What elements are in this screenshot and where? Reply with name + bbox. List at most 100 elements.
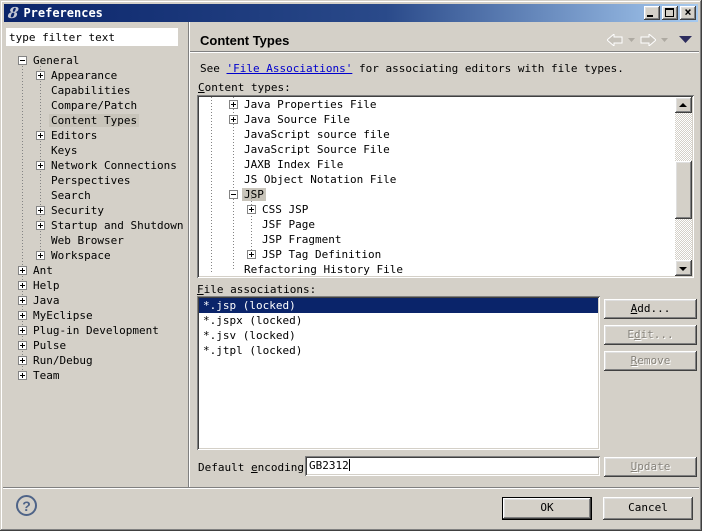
tree-item-css-jsp[interactable]: CSS JSP xyxy=(199,202,675,217)
tree-item-web-browser[interactable]: Web Browser xyxy=(4,233,186,248)
tree-item-label: JavaScript Source File xyxy=(244,143,390,156)
tree-item-label: Appearance xyxy=(51,69,118,82)
edit-button[interactable]: Edit... xyxy=(604,325,697,345)
expand-icon[interactable] xyxy=(229,115,238,124)
scroll-up-icon xyxy=(679,103,687,107)
expand-icon[interactable] xyxy=(247,250,256,259)
cancel-button[interactable]: Cancel xyxy=(603,497,693,520)
expand-icon[interactable] xyxy=(18,281,27,290)
back-arrow-icon[interactable] xyxy=(607,34,623,46)
tree-item-plug-in-development[interactable]: Plug-in Development xyxy=(4,323,186,338)
expand-icon[interactable] xyxy=(36,206,45,215)
tree-item-java-properties-file[interactable]: Java Properties File xyxy=(199,97,675,112)
tree-item-capabilities[interactable]: Capabilities xyxy=(4,83,186,98)
default-encoding-input[interactable]: GB2312 xyxy=(305,456,600,476)
tree-item-editors[interactable]: Editors xyxy=(4,128,186,143)
tree-item-perspectives[interactable]: Perspectives xyxy=(4,173,186,188)
tree-item-label: Java xyxy=(33,294,60,307)
collapse-icon[interactable] xyxy=(229,190,238,199)
view-menu-icon[interactable] xyxy=(679,36,692,44)
expand-icon[interactable] xyxy=(18,371,27,380)
collapse-icon[interactable] xyxy=(18,56,27,65)
tree-item-jsf-page[interactable]: JSF Page xyxy=(199,217,675,232)
default-encoding-label: Default encoding: xyxy=(198,461,311,474)
ok-button[interactable]: OK xyxy=(502,497,592,520)
minimize-button[interactable] xyxy=(644,6,660,20)
tree-item-jsp-tag-definition[interactable]: JSP Tag Definition xyxy=(199,247,675,262)
association-item-jspx-locked[interactable]: *.jspx (locked) xyxy=(199,313,598,328)
close-button[interactable]: × xyxy=(680,5,696,20)
app-icon: 8 xyxy=(6,3,20,22)
tree-item-javascript-source-file[interactable]: JavaScript source file xyxy=(199,127,675,142)
expand-icon[interactable] xyxy=(247,205,256,214)
file-associations-link[interactable]: 'File Associations' xyxy=(227,62,353,75)
association-item-jtpl-locked[interactable]: *.jtpl (locked) xyxy=(199,343,598,358)
expand-icon[interactable] xyxy=(18,356,27,365)
tree-guide-line xyxy=(251,195,252,254)
maximize-button[interactable] xyxy=(662,6,678,20)
tree-item-label: Java Source File xyxy=(244,113,350,126)
scroll-up-button[interactable] xyxy=(675,97,692,113)
tree-item-label: Java Properties File xyxy=(244,98,377,111)
tree-item-content-types[interactable]: Content Types xyxy=(4,113,186,128)
tree-item-search[interactable]: Search xyxy=(4,188,186,203)
expand-icon[interactable] xyxy=(18,341,27,350)
tree-item-jsp[interactable]: JSP xyxy=(199,187,675,202)
expand-icon[interactable] xyxy=(18,266,27,275)
remove-button[interactable]: Remove xyxy=(604,351,697,371)
preference-nav xyxy=(607,34,692,46)
file-associations-hint: See 'File Associations' for associating … xyxy=(200,62,624,75)
back-history-caret-icon[interactable] xyxy=(628,37,635,43)
add-button[interactable]: Add... xyxy=(604,299,697,319)
tree-item-jaxb-index-file[interactable]: JAXB Index File xyxy=(199,157,675,172)
tree-item-label: JSP Fragment xyxy=(262,233,342,246)
tree-item-workspace[interactable]: Workspace xyxy=(4,248,186,263)
tree-item-javascript-source-file[interactable]: JavaScript Source File xyxy=(199,142,675,157)
expand-icon[interactable] xyxy=(36,251,45,260)
tree-item-ant[interactable]: Ant xyxy=(4,263,186,278)
help-button[interactable]: ? xyxy=(16,495,37,516)
expand-icon[interactable] xyxy=(36,71,45,80)
tree-item-general[interactable]: General xyxy=(4,53,186,68)
expand-icon[interactable] xyxy=(36,221,45,230)
scroll-down-button[interactable] xyxy=(675,260,692,276)
scrollbar-track[interactable] xyxy=(675,113,692,260)
expand-icon[interactable] xyxy=(36,161,45,170)
tree-item-java-source-file[interactable]: Java Source File xyxy=(199,112,675,127)
tree-item-help[interactable]: Help xyxy=(4,278,186,293)
tree-item-pulse[interactable]: Pulse xyxy=(4,338,186,353)
expand-icon[interactable] xyxy=(36,131,45,140)
tree-item-keys[interactable]: Keys xyxy=(4,143,186,158)
tree-item-jsp-fragment[interactable]: JSP Fragment xyxy=(199,232,675,247)
tree-item-js-object-notation-file[interactable]: JS Object Notation File xyxy=(199,172,675,187)
scrollbar-thumb[interactable] xyxy=(675,161,692,219)
update-button[interactable]: Update xyxy=(604,457,697,477)
tree-item-java[interactable]: Java xyxy=(4,293,186,308)
forward-history-caret-icon[interactable] xyxy=(661,37,668,43)
expand-icon[interactable] xyxy=(18,296,27,305)
expand-icon[interactable] xyxy=(229,100,238,109)
tree-item-refactoring-history-file[interactable]: Refactoring History File xyxy=(199,262,675,276)
tree-item-team[interactable]: Team xyxy=(4,368,186,383)
tree-item-label: CSS JSP xyxy=(262,203,309,216)
tree-item-network-connections[interactable]: Network Connections xyxy=(4,158,186,173)
forward-arrow-icon[interactable] xyxy=(640,34,656,46)
association-item-jsv-locked[interactable]: *.jsv (locked) xyxy=(199,328,598,343)
tree-item-label: Web Browser xyxy=(51,234,124,247)
tree-item-myeclipse[interactable]: MyEclipse xyxy=(4,308,186,323)
tree-item-label: Keys xyxy=(51,144,78,157)
expand-icon[interactable] xyxy=(18,326,27,335)
tree-item-appearance[interactable]: Appearance xyxy=(4,68,186,83)
filter-input[interactable] xyxy=(6,28,178,46)
page-title: Content Types xyxy=(200,33,290,48)
tree-item-startup-and-shutdown[interactable]: Startup and Shutdown xyxy=(4,218,186,233)
tree-item-label: JAXB Index File xyxy=(244,158,344,171)
titlebar[interactable]: 8 Preferences × xyxy=(4,4,698,22)
tree-item-run-debug[interactable]: Run/Debug xyxy=(4,353,186,368)
tree-item-compare-patch[interactable]: Compare/Patch xyxy=(4,98,186,113)
association-item-jsp-locked[interactable]: *.jsp (locked) xyxy=(199,298,598,313)
tree-item-security[interactable]: Security xyxy=(4,203,186,218)
expand-icon[interactable] xyxy=(18,311,27,320)
tree-item-label: Network Connections xyxy=(51,159,177,172)
tree-guide-line xyxy=(211,97,212,274)
